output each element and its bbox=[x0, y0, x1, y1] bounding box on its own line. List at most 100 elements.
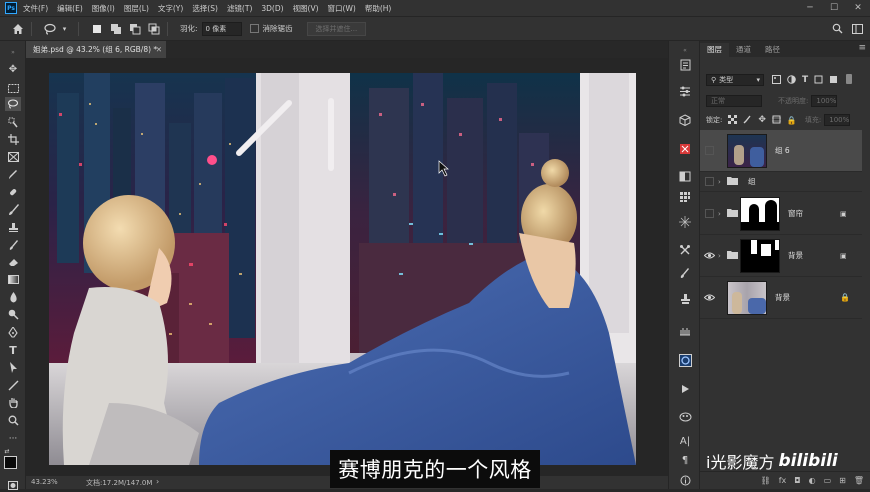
brush-settings-icon[interactable] bbox=[677, 242, 693, 257]
dodge-tool-icon[interactable] bbox=[5, 307, 21, 321]
tab-layers[interactable]: 图层 bbox=[700, 43, 729, 57]
new-layer-icon[interactable]: ⊞ bbox=[839, 476, 846, 485]
brush-tool-icon[interactable] bbox=[5, 202, 21, 216]
more-tools-icon[interactable]: ··· bbox=[5, 432, 21, 446]
type-tool-icon[interactable]: T bbox=[5, 343, 21, 357]
chevron-right-icon[interactable]: › bbox=[718, 252, 727, 260]
layer-mask-thumbnail[interactable] bbox=[740, 238, 780, 273]
document-tab[interactable]: 姐弟.psd @ 43.2% (组 6, RGB/8) * ✕ bbox=[26, 41, 166, 58]
tab-channels[interactable]: 通道 bbox=[729, 43, 758, 57]
subtract-selection-icon[interactable] bbox=[127, 21, 142, 36]
new-group-icon[interactable]: ▭ bbox=[824, 476, 832, 485]
menu-3d[interactable]: 3D(D) bbox=[261, 4, 283, 13]
lock-transparent-icon[interactable] bbox=[728, 114, 738, 126]
brushes-panel-icon[interactable] bbox=[677, 265, 693, 280]
history-panel-icon[interactable] bbox=[677, 57, 693, 72]
character-panel-icon[interactable]: A| bbox=[677, 434, 693, 449]
3d-panel-icon[interactable] bbox=[677, 112, 693, 127]
workspace-icon[interactable] bbox=[850, 21, 865, 36]
adjustment-layer-icon[interactable]: ◐ bbox=[809, 476, 816, 485]
minimize-icon[interactable]: ─ bbox=[798, 0, 822, 16]
menu-view[interactable]: 视图(V) bbox=[293, 3, 319, 14]
clone-stamp-tool-icon[interactable] bbox=[5, 220, 21, 234]
lasso-tool-preset-icon[interactable] bbox=[42, 21, 57, 36]
gradient-panel-icon[interactable] bbox=[677, 169, 693, 184]
delete-layer-icon[interactable]: 🗑 bbox=[854, 476, 864, 485]
visibility-toggle[interactable] bbox=[700, 177, 718, 186]
color-panel-icon[interactable] bbox=[677, 141, 693, 156]
chevron-right-icon[interactable]: › bbox=[718, 178, 727, 186]
lock-position-icon[interactable]: ✥ bbox=[758, 115, 766, 125]
close-icon[interactable]: ✕ bbox=[846, 0, 870, 16]
menu-image[interactable]: 图像(I) bbox=[92, 3, 115, 14]
document-canvas[interactable] bbox=[49, 73, 636, 465]
new-selection-icon[interactable] bbox=[89, 21, 104, 36]
chevron-right-icon[interactable]: › bbox=[718, 210, 727, 218]
info-panel-icon[interactable] bbox=[677, 473, 693, 488]
close-tab-icon[interactable]: ✕ bbox=[156, 41, 162, 58]
play-action-icon[interactable] bbox=[677, 381, 693, 396]
layer-row[interactable]: › 窗帘 ▣ bbox=[700, 193, 862, 235]
libraries-panel-icon[interactable] bbox=[677, 409, 693, 424]
link-layers-icon[interactable]: ⛓ bbox=[761, 476, 771, 485]
crop-tool-icon[interactable] bbox=[5, 132, 21, 146]
gradient-tool-icon[interactable] bbox=[5, 272, 21, 286]
menu-type[interactable]: 文字(Y) bbox=[158, 3, 183, 14]
menu-edit[interactable]: 编辑(E) bbox=[57, 3, 83, 14]
actions-panel-icon[interactable] bbox=[677, 323, 693, 338]
filter-toggle-icon[interactable] bbox=[846, 74, 853, 86]
layer-style-icon[interactable]: fx bbox=[779, 476, 787, 485]
filter-shape-icon[interactable] bbox=[814, 75, 823, 86]
properties-panel-icon[interactable] bbox=[677, 353, 693, 368]
layer-name[interactable]: 背景 bbox=[788, 250, 803, 261]
panel-menu-icon[interactable]: ≡ bbox=[858, 43, 866, 53]
menu-layer[interactable]: 图层(L) bbox=[124, 3, 149, 14]
maximize-icon[interactable]: ☐ bbox=[822, 0, 846, 16]
eye-icon[interactable] bbox=[700, 294, 718, 301]
layer-name[interactable]: 窗帘 bbox=[788, 208, 803, 219]
filter-type-icon[interactable]: T bbox=[802, 75, 808, 85]
lock-all-icon[interactable]: 🔒 bbox=[787, 116, 797, 125]
tab-paths[interactable]: 路径 bbox=[758, 43, 787, 57]
search-icon[interactable] bbox=[830, 21, 845, 36]
menu-help[interactable]: 帮助(H) bbox=[365, 3, 392, 14]
chevron-down-icon[interactable]: ▾ bbox=[57, 21, 72, 36]
filter-adjustment-icon[interactable] bbox=[787, 74, 796, 86]
healing-brush-tool-icon[interactable] bbox=[5, 185, 21, 199]
select-and-mask-button[interactable]: 选择并遮住... bbox=[306, 21, 367, 36]
eraser-tool-icon[interactable] bbox=[5, 255, 21, 269]
adjustments-panel-icon[interactable] bbox=[677, 84, 693, 99]
paragraph-panel-icon[interactable]: ¶ bbox=[677, 453, 693, 468]
quick-select-tool-icon[interactable] bbox=[5, 115, 21, 129]
photoshop-logo-icon[interactable]: Ps bbox=[5, 2, 17, 14]
blur-tool-icon[interactable] bbox=[5, 290, 21, 304]
intersect-selection-icon[interactable] bbox=[146, 21, 161, 36]
line-tool-icon[interactable] bbox=[5, 378, 21, 392]
layer-row[interactable]: › 组 bbox=[700, 172, 862, 192]
patterns-panel-icon[interactable] bbox=[677, 214, 693, 229]
eyedropper-tool-icon[interactable] bbox=[5, 167, 21, 181]
marquee-tool-icon[interactable] bbox=[5, 81, 21, 95]
menu-filter[interactable]: 滤镜(T) bbox=[227, 3, 252, 14]
blend-mode-select[interactable]: 正常 bbox=[706, 95, 762, 107]
add-mask-icon[interactable]: ◘ bbox=[794, 476, 800, 485]
zoom-tool-icon[interactable] bbox=[5, 413, 21, 427]
quick-mask-icon[interactable] bbox=[5, 478, 21, 492]
clone-source-icon[interactable] bbox=[677, 291, 693, 306]
filter-pixel-icon[interactable] bbox=[772, 74, 781, 86]
layer-mask-thumbnail[interactable] bbox=[740, 196, 780, 231]
visibility-toggle[interactable] bbox=[700, 209, 718, 218]
swap-colors-icon[interactable]: ⇄ bbox=[3, 447, 11, 455]
antialias-checkbox[interactable] bbox=[249, 24, 259, 33]
path-selection-tool-icon[interactable] bbox=[5, 360, 21, 374]
opacity-input[interactable]: 100% bbox=[811, 95, 838, 107]
foreground-color-swatch[interactable] bbox=[4, 456, 17, 469]
pen-tool-icon[interactable] bbox=[5, 325, 21, 339]
toolbar-collapse-icon[interactable]: » bbox=[5, 45, 21, 59]
lasso-tool-icon[interactable] bbox=[5, 97, 21, 111]
visibility-toggle[interactable] bbox=[700, 146, 718, 155]
eye-icon[interactable] bbox=[700, 252, 718, 259]
lock-artboard-icon[interactable] bbox=[771, 115, 781, 126]
fill-input[interactable]: 100% bbox=[824, 114, 851, 126]
layer-row[interactable]: 组 6 bbox=[700, 130, 862, 172]
